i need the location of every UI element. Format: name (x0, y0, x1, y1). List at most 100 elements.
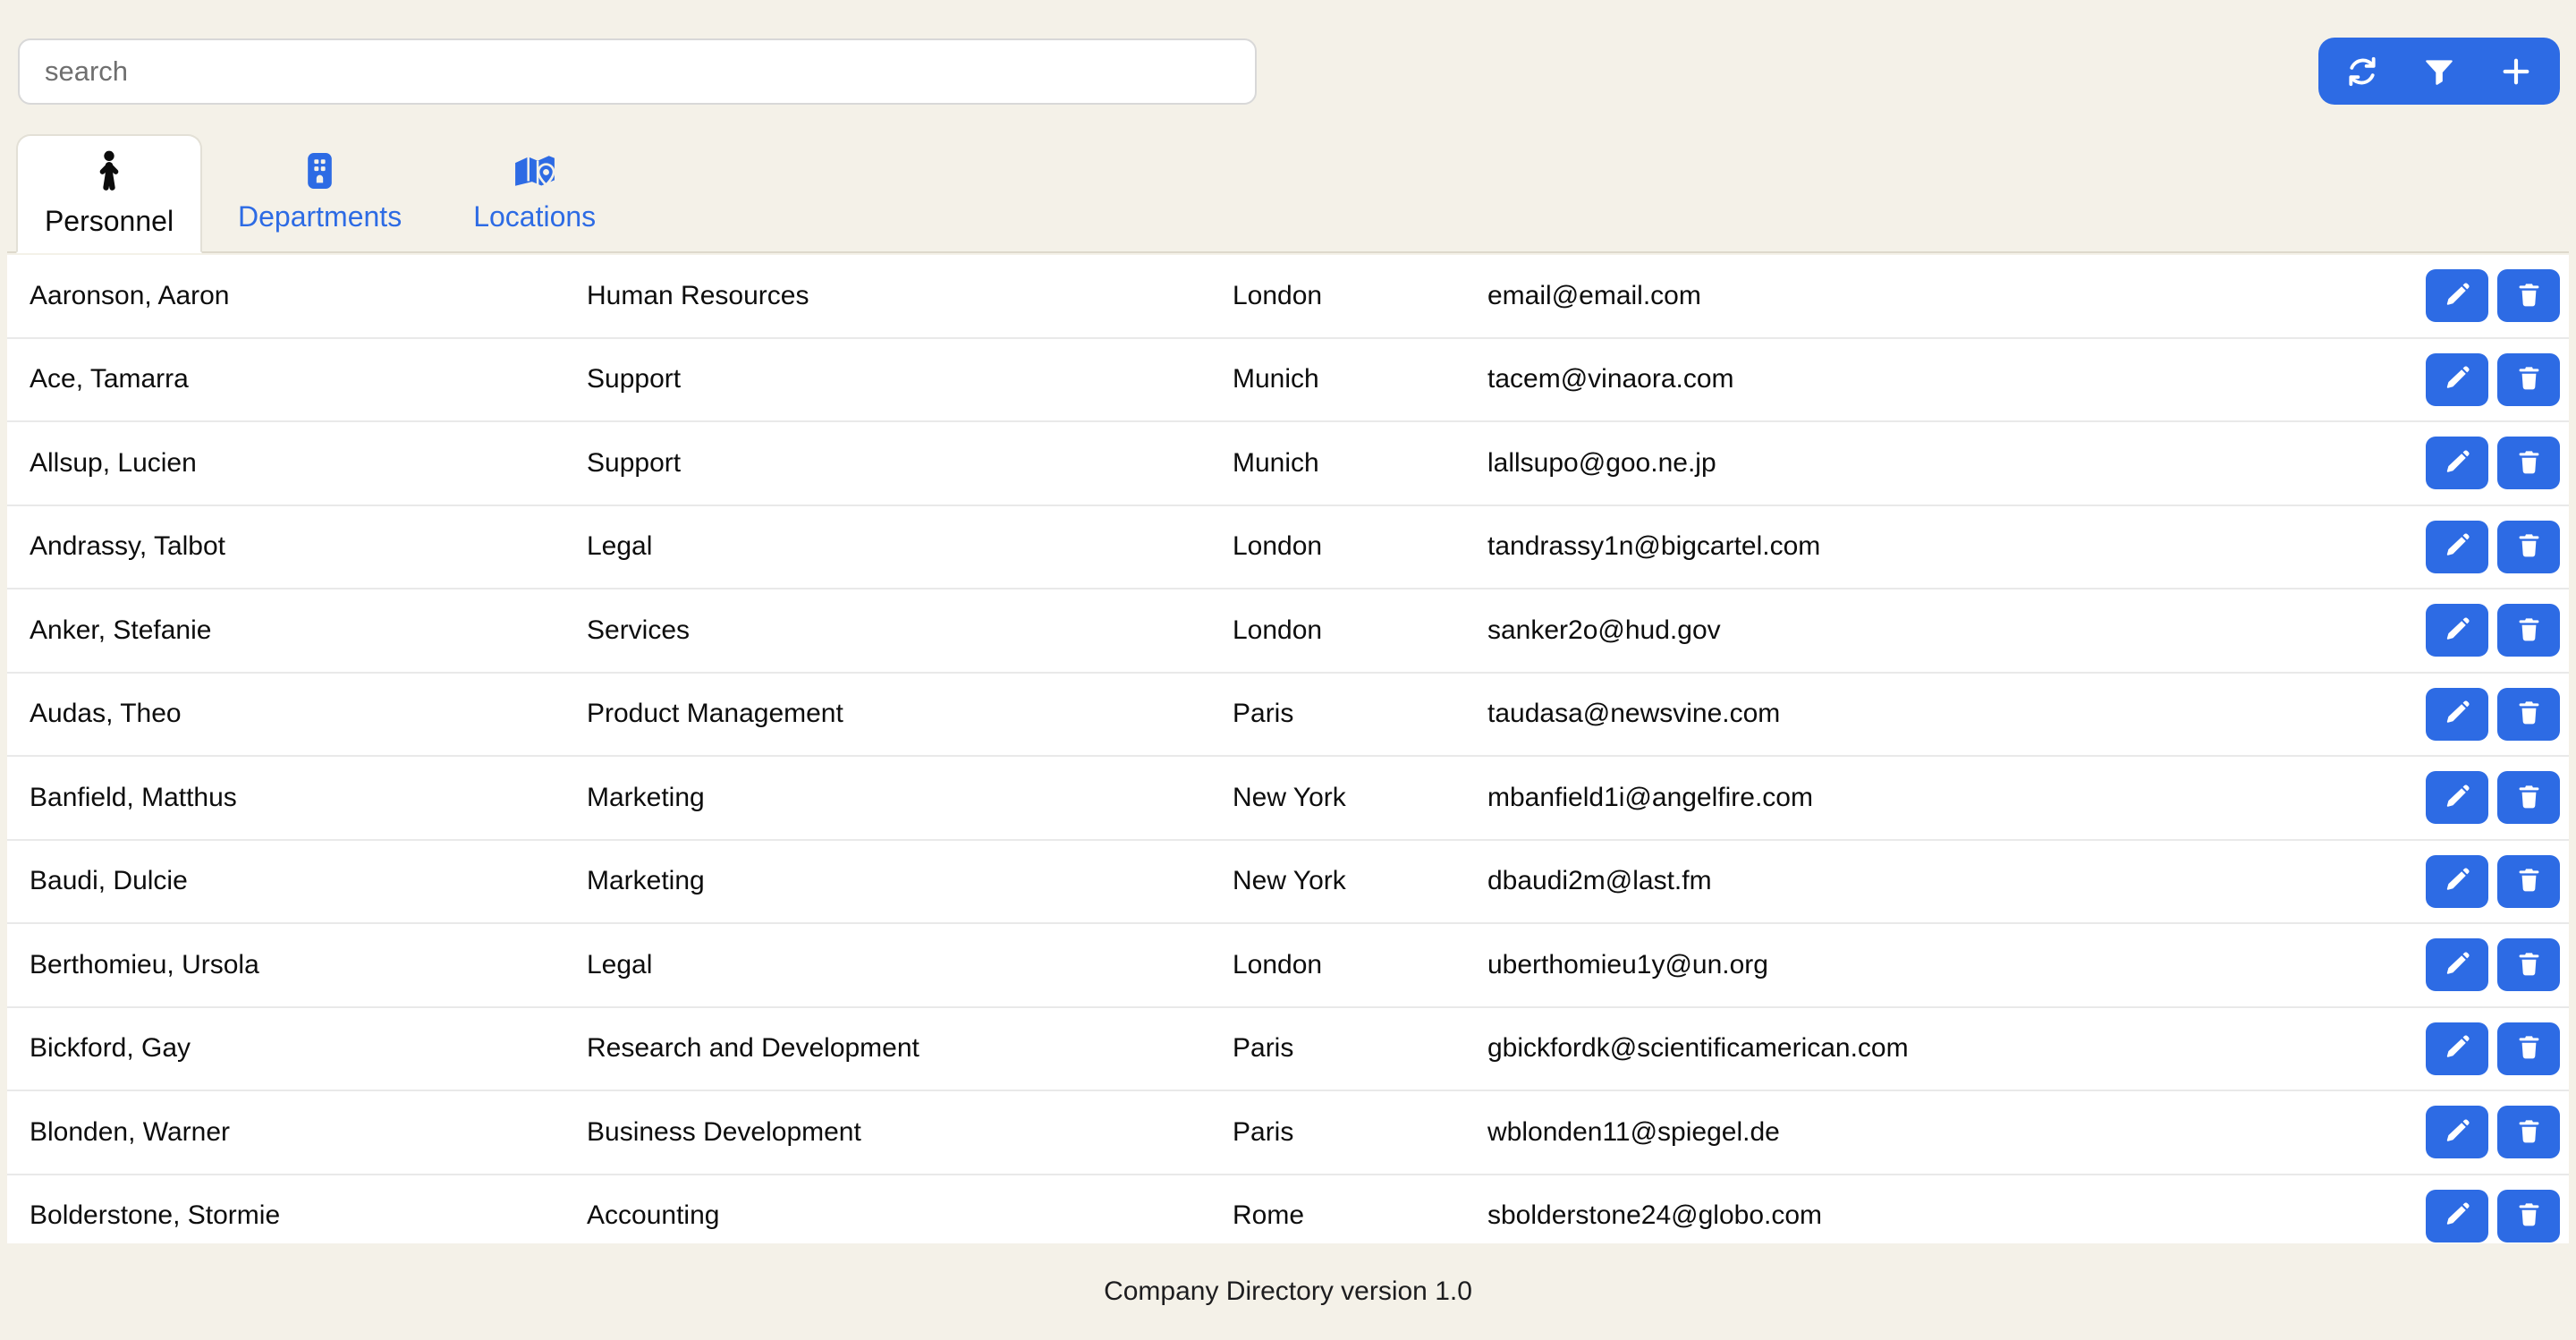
delete-button[interactable] (2497, 938, 2560, 991)
pencil-icon (2444, 281, 2471, 311)
tab-locations[interactable]: Locations (437, 134, 631, 251)
edit-button[interactable] (2426, 688, 2488, 741)
person-location: Munich (1233, 364, 1487, 394)
tab-personnel[interactable]: Personnel (16, 134, 202, 253)
person-department: Services (587, 615, 1233, 646)
person-name: Blonden, Warner (30, 1117, 587, 1148)
row-actions (2426, 688, 2569, 741)
pencil-icon (2444, 364, 2471, 394)
delete-button[interactable] (2497, 771, 2560, 824)
filter-button[interactable] (2406, 40, 2472, 103)
person-name: Allsup, Lucien (30, 448, 587, 479)
delete-button[interactable] (2497, 269, 2560, 322)
edit-button[interactable] (2426, 771, 2488, 824)
tab-departments[interactable]: Departments (202, 134, 437, 251)
row-actions (2426, 269, 2569, 322)
table-row: Aaronson, Aaron Human Resources London e… (7, 255, 2569, 339)
person-email: dbaudi2m@last.fm (1487, 866, 2426, 896)
tab-personnel-label: Personnel (45, 205, 174, 238)
person-department: Human Resources (587, 281, 1233, 311)
tab-bar: Personnel Departments Locations (7, 134, 2569, 253)
edit-button[interactable] (2426, 1106, 2488, 1158)
table-row: Anker, Stefanie Services London sanker2o… (7, 589, 2569, 674)
table-row: Ace, Tamarra Support Munich tacem@vinaor… (7, 339, 2569, 423)
row-actions (2426, 771, 2569, 824)
delete-button[interactable] (2497, 688, 2560, 741)
trash-icon (2515, 699, 2543, 729)
delete-button[interactable] (2497, 1106, 2560, 1158)
person-location: Munich (1233, 448, 1487, 479)
trash-icon (2515, 783, 2543, 813)
delete-button[interactable] (2497, 521, 2560, 573)
person-department: Support (587, 364, 1233, 394)
row-actions (2426, 1106, 2569, 1158)
person-email: wblonden11@spiegel.de (1487, 1117, 2426, 1148)
person-location: London (1233, 950, 1487, 980)
person-name: Andrassy, Talbot (30, 531, 587, 562)
trash-icon (2515, 448, 2543, 479)
person-department: Research and Development (587, 1033, 1233, 1064)
delete-button[interactable] (2497, 437, 2560, 489)
pencil-icon (2444, 615, 2471, 646)
delete-button[interactable] (2497, 855, 2560, 908)
person-department: Legal (587, 950, 1233, 980)
edit-button[interactable] (2426, 269, 2488, 322)
table-row: Andrassy, Talbot Legal London tandrassy1… (7, 506, 2569, 590)
edit-button[interactable] (2426, 353, 2488, 406)
person-email: mbanfield1i@angelfire.com (1487, 783, 2426, 813)
person-department: Business Development (587, 1117, 1233, 1148)
personnel-table: Aaronson, Aaron Human Resources London e… (7, 255, 2569, 1243)
toolbar-button-group (2318, 38, 2560, 105)
row-actions (2426, 938, 2569, 991)
person-name: Berthomieu, Ursola (30, 950, 587, 980)
trash-icon (2515, 1200, 2543, 1231)
person-name: Bolderstone, Stormie (30, 1200, 587, 1231)
row-actions (2426, 1022, 2569, 1075)
add-button[interactable] (2483, 40, 2549, 103)
table-row: Banfield, Matthus Marketing New York mba… (7, 757, 2569, 841)
pencil-icon (2444, 783, 2471, 813)
person-name: Banfield, Matthus (30, 783, 587, 813)
pencil-icon (2444, 866, 2471, 896)
edit-button[interactable] (2426, 855, 2488, 908)
delete-button[interactable] (2497, 1022, 2560, 1075)
person-department: Accounting (587, 1200, 1233, 1231)
pencil-icon (2444, 1200, 2471, 1231)
edit-button[interactable] (2426, 1190, 2488, 1242)
delete-button[interactable] (2497, 1190, 2560, 1242)
person-location: Paris (1233, 1033, 1487, 1064)
edit-button[interactable] (2426, 938, 2488, 991)
edit-button[interactable] (2426, 437, 2488, 489)
row-actions (2426, 855, 2569, 908)
row-actions (2426, 353, 2569, 406)
trash-icon (2515, 531, 2543, 562)
row-actions (2426, 521, 2569, 573)
person-location: Paris (1233, 699, 1487, 729)
footer-version-text: Company Directory version 1.0 (1104, 1276, 1472, 1307)
person-location: London (1233, 281, 1487, 311)
delete-button[interactable] (2497, 604, 2560, 657)
edit-button[interactable] (2426, 604, 2488, 657)
search-input[interactable] (18, 38, 1257, 105)
delete-button[interactable] (2497, 353, 2560, 406)
person-email: sbolderstone24@globo.com (1487, 1200, 2426, 1231)
table-row: Blonden, Warner Business Development Par… (7, 1091, 2569, 1175)
row-actions (2426, 604, 2569, 657)
edit-button[interactable] (2426, 521, 2488, 573)
person-email: uberthomieu1y@un.org (1487, 950, 2426, 980)
trash-icon (2515, 866, 2543, 896)
person-email: sanker2o@hud.gov (1487, 615, 2426, 646)
person-email: tandrassy1n@bigcartel.com (1487, 531, 2426, 562)
table-row: Berthomieu, Ursola Legal London uberthom… (7, 924, 2569, 1008)
plus-icon (2498, 54, 2534, 89)
person-email: gbickfordk@scientificamerican.com (1487, 1033, 2426, 1064)
pencil-icon (2444, 531, 2471, 562)
trash-icon (2515, 1033, 2543, 1064)
edit-button[interactable] (2426, 1022, 2488, 1075)
person-location: London (1233, 615, 1487, 646)
refresh-button[interactable] (2329, 40, 2395, 103)
company-directory-app: Personnel Departments Locations Aaronson… (0, 0, 2576, 1340)
person-email: tacem@vinaora.com (1487, 364, 2426, 394)
row-actions (2426, 1190, 2569, 1242)
person-icon (91, 149, 127, 194)
